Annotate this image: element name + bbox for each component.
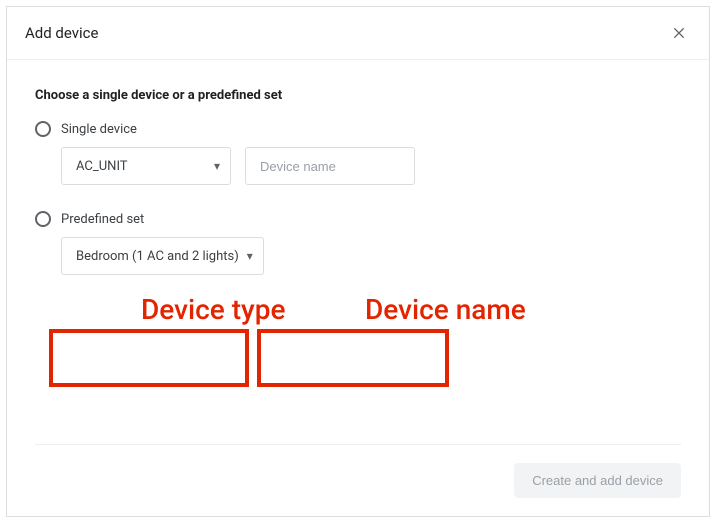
dialog-content: Choose a single device or a predefined s… [7, 60, 709, 444]
add-device-dialog: Add device Choose a single device or a p… [6, 6, 710, 517]
dialog-header: Add device [7, 7, 709, 60]
single-device-option: Single device AC_UNIT ▾ [35, 121, 681, 185]
annotation-device-name-box [257, 329, 449, 387]
dialog-title: Add device [25, 24, 98, 42]
annotation-device-type-box [49, 329, 249, 387]
annotation-device-type-label: Device type [141, 293, 285, 326]
dropdown-arrow-icon: ▾ [214, 159, 220, 173]
radio-single-device[interactable] [35, 121, 51, 137]
predefined-set-label: Predefined set [61, 212, 144, 227]
predefined-controls: Bedroom (1 AC and 2 lights) ▾ [61, 237, 681, 275]
close-icon [671, 25, 687, 41]
radio-predefined-set[interactable] [35, 211, 51, 227]
close-button[interactable] [667, 21, 691, 45]
device-type-value: AC_UNIT [76, 159, 128, 174]
predefined-set-option: Predefined set Bedroom (1 AC and 2 light… [35, 211, 681, 275]
annotation-device-name-label: Device name [365, 293, 526, 326]
device-type-select[interactable]: AC_UNIT ▾ [61, 147, 231, 185]
single-device-label: Single device [61, 122, 137, 137]
create-and-add-device-button[interactable]: Create and add device [514, 463, 681, 498]
predefined-set-select[interactable]: Bedroom (1 AC and 2 lights) ▾ [61, 237, 264, 275]
predefined-set-value: Bedroom (1 AC and 2 lights) [76, 249, 239, 264]
dialog-footer: Create and add device [7, 445, 709, 516]
device-name-input[interactable] [245, 147, 415, 185]
instruction-text: Choose a single device or a predefined s… [35, 88, 681, 103]
dropdown-arrow-icon: ▾ [247, 249, 253, 263]
single-device-controls: AC_UNIT ▾ [61, 147, 681, 185]
single-device-radio-row[interactable]: Single device [35, 121, 681, 137]
predefined-radio-row[interactable]: Predefined set [35, 211, 681, 227]
